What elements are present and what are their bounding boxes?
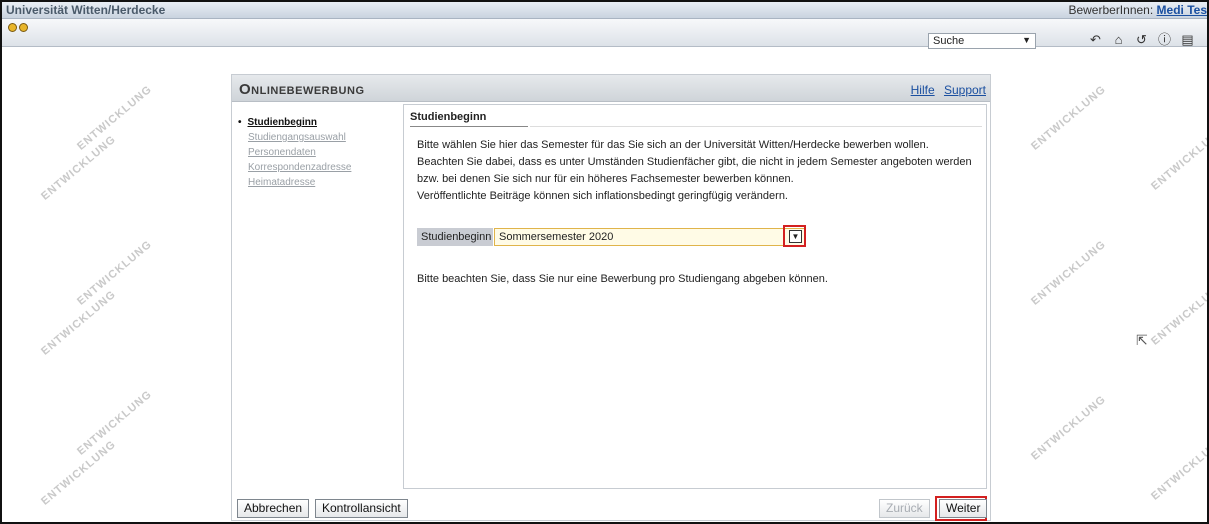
watermark: ENTWICKLUNG [1029, 238, 1109, 308]
section-title: Studienbeginn [410, 111, 528, 127]
nav-item-heimatadresse[interactable]: Heimatadresse [248, 177, 402, 188]
watermark: ENTWICKLUNG [1029, 83, 1109, 153]
note-text: Bitte beachten Sie, dass Sie nur eine Be… [417, 273, 828, 285]
watermark: ENTWICKLUNG [1149, 278, 1209, 348]
applicant-label: BewerberInnen: [1068, 3, 1154, 17]
semester-label: Studienbeginn [417, 228, 493, 246]
next-button[interactable]: Weiter [939, 499, 988, 518]
applicant-info: BewerberInnen: Medi Tes [1068, 3, 1207, 17]
instructions-line: Beachten Sie dabei, dass es unter Umstän… [417, 156, 972, 168]
watermark: ENTWICKLUNG [1149, 123, 1209, 193]
chevron-down-icon: ▼ [1022, 35, 1031, 45]
language-icon[interactable]: ▤ [1179, 31, 1196, 48]
status-dot-icon [8, 23, 17, 32]
home-icon[interactable]: ⌂ [1110, 31, 1127, 48]
watermark: ENTWICKLUNG [1029, 393, 1109, 463]
page-title: Onlinebewerbung [239, 81, 365, 98]
applicant-name-link[interactable]: Medi Tes [1157, 3, 1207, 17]
toolbar-icons: ↶ ⌂ ↺ ⓘ ▤ [1087, 31, 1202, 48]
instructions-line: Bitte wählen Sie hier das Semester für d… [417, 139, 929, 151]
step-navigation: Studienbeginn Studiengangsauswahl Person… [232, 103, 402, 192]
refresh-icon[interactable]: ↺ [1133, 31, 1150, 48]
divider [530, 126, 982, 127]
window-dots [8, 23, 30, 35]
nav-item-korrespondenzadresse[interactable]: Korrespondenzadresse [248, 162, 402, 173]
application-panel: Onlinebewerbung Hilfe Support Studienbeg… [231, 74, 991, 521]
browser-frame: Universität Witten/Herdecke BewerberInne… [0, 0, 1209, 524]
nav-item-personendaten[interactable]: Personendaten [248, 147, 402, 158]
content-area: Studienbeginn Bitte wählen Sie hier das … [403, 104, 987, 489]
control-view-button[interactable]: Kontrollansicht [315, 499, 408, 518]
watermark: ENTWICKLUNG [1149, 433, 1209, 503]
university-name: Universität Witten/Herdecke [6, 3, 166, 17]
back-button[interactable]: Zurück [879, 499, 930, 518]
dropdown-highlight-box [783, 225, 806, 247]
panel-links: Hilfe Support [905, 83, 986, 97]
instructions-line: Veröffentlichte Beiträge können sich inf… [417, 190, 788, 202]
toolbar: Suche ▼ ↶ ⌂ ↺ ⓘ ▤ [2, 19, 1207, 49]
panel-header: Onlinebewerbung Hilfe Support [232, 75, 990, 102]
semester-select-value: Sommersemester 2020 [499, 231, 614, 243]
search-select[interactable]: Suche ▼ [928, 33, 1036, 49]
mouse-cursor-icon: ⇱ [1136, 332, 1148, 348]
status-dot-icon [19, 23, 28, 32]
cancel-button[interactable]: Abbrechen [237, 499, 310, 518]
nav-item-studienbeginn[interactable]: Studienbeginn [238, 117, 402, 128]
support-link[interactable]: Support [944, 83, 986, 97]
nav-item-studiengangsauswahl[interactable]: Studiengangsauswahl [248, 132, 402, 143]
semester-select[interactable]: Sommersemester 2020 ▼ [494, 228, 806, 246]
instructions-line: bzw. bei denen Sie sich nur für ein höhe… [417, 173, 794, 185]
help-link[interactable]: Hilfe [911, 83, 935, 97]
instructions-text: Bitte wählen Sie hier das Semester für d… [417, 137, 982, 205]
top-bar: Universität Witten/Herdecke BewerberInne… [2, 2, 1207, 19]
back-icon[interactable]: ↶ [1087, 31, 1104, 48]
info-icon[interactable]: ⓘ [1156, 31, 1173, 48]
search-select-value: Suche [933, 35, 965, 47]
